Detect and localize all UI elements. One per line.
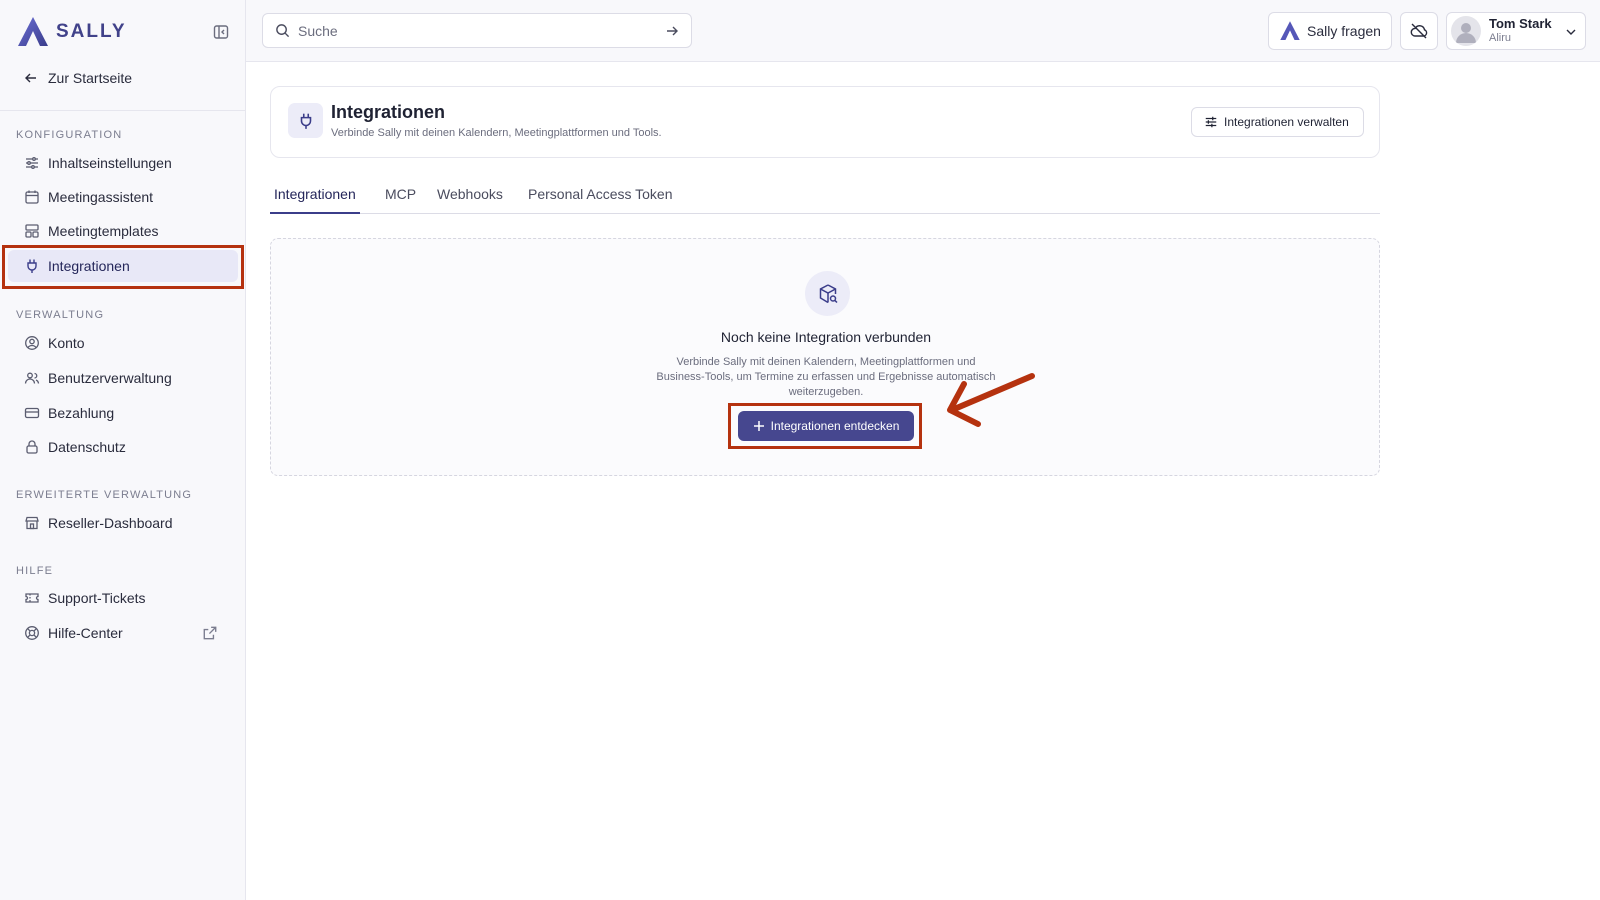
arrow-right-icon[interactable] — [665, 24, 679, 38]
sliders-icon — [1205, 116, 1217, 128]
highlight-box-sidebar — [2, 245, 244, 289]
manage-integrations-label: Integrationen verwalten — [1224, 115, 1349, 129]
sidebar-item-label: Inhaltseinstellungen — [48, 155, 172, 171]
sidebar: SALLY Zur Startseite KONFIGURATION Inhal… — [0, 0, 246, 900]
lifebuoy-icon — [25, 626, 39, 640]
sidebar-item-label: Konto — [48, 335, 85, 351]
cloud-off-button[interactable] — [1400, 12, 1438, 50]
user-name: Tom Stark — [1489, 16, 1552, 31]
back-link-label: Zur Startseite — [48, 70, 133, 86]
sidebar-item-label: Meetingtemplates — [48, 223, 159, 239]
sliders-icon — [26, 157, 38, 169]
section-title-konfiguration: KONFIGURATION — [16, 129, 123, 141]
sally-logo-icon — [1280, 21, 1300, 41]
user-icon — [1456, 23, 1476, 43]
empty-state-title: Noch keine Integration verbunden — [720, 329, 932, 345]
package-search-icon — [819, 283, 838, 303]
lock-icon — [26, 440, 38, 454]
plug-icon — [300, 113, 311, 129]
sidebar-item-label: Benutzerverwaltung — [48, 370, 172, 386]
tab-webhooks[interactable]: Webhooks — [437, 186, 503, 214]
sidebar-item-label: Bezahlung — [48, 405, 115, 421]
sidebar-item-label: Datenschutz — [48, 439, 126, 455]
chevron-down-icon — [1566, 29, 1576, 35]
sidebar-item-support-tickets[interactable]: Support-Tickets — [8, 582, 238, 614]
tab-bar: Integrationen MCP Webhooks Personal Acce… — [270, 180, 1380, 214]
section-title-verwaltung: VERWALTUNG — [16, 309, 105, 321]
empty-state-icon-circle — [805, 271, 850, 316]
sidebar-item-meetingtemplates[interactable]: Meetingtemplates — [8, 215, 238, 247]
user-circle-icon — [25, 336, 39, 350]
sidebar-item-label: Hilfe-Center — [48, 625, 123, 641]
search-icon — [276, 24, 290, 38]
sidebar-item-bezahlung[interactable]: Bezahlung — [8, 397, 238, 429]
sidebar-item-datenschutz[interactable]: Datenschutz — [8, 431, 238, 463]
annotation-arrow-icon — [947, 373, 1035, 427]
ask-sally-label: Sally fragen — [1307, 23, 1381, 39]
sidebar-item-konto[interactable]: Konto — [8, 327, 238, 359]
sidebar-divider — [0, 110, 246, 111]
store-icon — [25, 516, 39, 530]
sidebar-item-label: Reseller-Dashboard — [48, 515, 173, 531]
sidebar-item-benutzerverwaltung[interactable]: Benutzerverwaltung — [8, 362, 238, 394]
arrow-left-icon — [25, 73, 36, 83]
search-box[interactable] — [262, 13, 692, 48]
ticket-icon — [25, 593, 39, 603]
page-subtitle: Verbinde Sally mit deinen Kalendern, Mee… — [331, 127, 662, 139]
sidebar-item-inhaltseinstellungen[interactable]: Inhaltseinstellungen — [8, 147, 238, 179]
template-icon — [25, 224, 39, 238]
tab-personal-access-token[interactable]: Personal Access Token — [528, 186, 673, 214]
tab-integrationen[interactable]: Integrationen — [270, 186, 360, 214]
sally-logo-icon — [18, 17, 48, 46]
page-title: Integrationen — [331, 102, 446, 122]
calendar-icon — [25, 190, 39, 204]
sidebar-collapse-icon[interactable] — [212, 23, 230, 41]
external-link-icon — [203, 626, 217, 640]
sidebar-item-reseller-dashboard[interactable]: Reseller-Dashboard — [8, 507, 238, 539]
section-title-erweiterte-verwaltung: ERWEITERTE VERWALTUNG — [16, 489, 193, 501]
logo[interactable]: SALLY — [16, 14, 230, 50]
sidebar-item-label: Support-Tickets — [48, 590, 146, 606]
user-org: Aliru — [1489, 32, 1512, 44]
search-input[interactable] — [298, 22, 665, 39]
highlight-box-cta — [728, 403, 922, 449]
top-bar: Sally fragen Tom Stark Aliru — [246, 0, 1600, 62]
cloud-off-icon — [1410, 23, 1428, 39]
section-title-hilfe: HILFE — [16, 565, 54, 577]
page-header-card: Integrationen Verbinde Sally mit deinen … — [270, 86, 1380, 158]
sidebar-item-hilfe-center[interactable]: Hilfe-Center — [8, 617, 238, 649]
ask-sally-button[interactable]: Sally fragen — [1268, 12, 1392, 50]
credit-card-icon — [24, 407, 40, 419]
manage-integrations-button[interactable]: Integrationen verwalten — [1191, 107, 1364, 137]
users-icon — [24, 372, 40, 384]
avatar — [1451, 16, 1481, 46]
back-to-home-link[interactable]: Zur Startseite — [24, 66, 132, 90]
sidebar-item-label: Meetingassistent — [48, 189, 154, 205]
brand-name: SALLY — [56, 21, 127, 42]
header-icon-box — [288, 103, 323, 138]
tab-mcp[interactable]: MCP — [385, 186, 416, 214]
user-menu[interactable]: Tom Stark Aliru — [1446, 12, 1586, 50]
sidebar-item-meetingassistent[interactable]: Meetingassistent — [8, 181, 238, 213]
